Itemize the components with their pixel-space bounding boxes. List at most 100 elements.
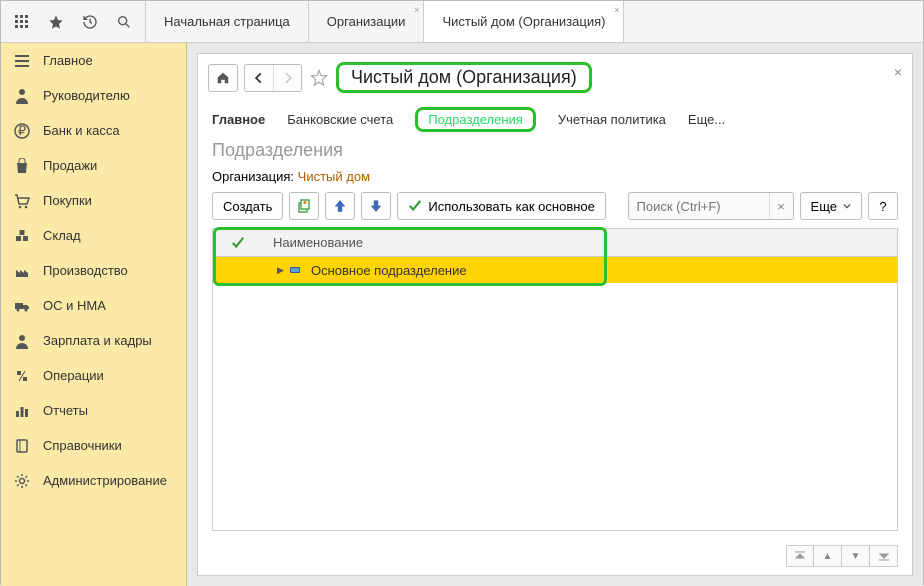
table-footer-nav: ▲ ▼ — [198, 541, 912, 575]
tab-home[interactable]: Начальная страница — [146, 1, 309, 42]
factory-icon — [13, 262, 31, 280]
action-toolbar: Создать Использовать как основное × — [198, 192, 912, 228]
subtab-divisions[interactable]: Подразделения — [415, 107, 536, 132]
column-name[interactable]: Наименование — [263, 235, 897, 250]
expand-icon[interactable]: ▶ — [263, 265, 303, 276]
sidebar-item-admin[interactable]: Администрирование — [1, 463, 186, 498]
panel-header: Чистый дом (Организация) — [198, 54, 912, 101]
tab-organization-detail[interactable]: Чистый дом (Организация) × — [424, 1, 624, 42]
sidebar-item-label: Администрирование — [43, 473, 167, 488]
page-title: Чистый дом (Организация) — [336, 62, 592, 93]
apps-icon[interactable] — [5, 1, 39, 43]
sidebar-item-label: Зарплата и кадры — [43, 333, 152, 348]
divisions-table: Наименование ▶ Основное подразделение — [212, 228, 898, 531]
sidebar-item-label: Руководителю — [43, 88, 130, 103]
gear-icon — [13, 472, 31, 490]
organization-filter: Организация: Чистый дом — [198, 167, 912, 192]
sidebar-item-assets[interactable]: ОС и НМА — [1, 288, 186, 323]
top-toolbar: Начальная страница Организации × Чистый … — [1, 1, 923, 43]
clear-search-icon[interactable]: × — [769, 193, 793, 219]
subtab-bank[interactable]: Банковские счета — [287, 112, 393, 127]
org-label: Организация: — [212, 169, 294, 184]
chart-icon — [13, 402, 31, 420]
sidebar-item-references[interactable]: Справочники — [1, 428, 186, 463]
sidebar-item-warehouse[interactable]: Склад — [1, 218, 186, 253]
person-icon — [13, 332, 31, 350]
person-tie-icon — [13, 87, 31, 105]
sidebar-item-manager[interactable]: Руководителю — [1, 78, 186, 113]
copy-button[interactable] — [289, 192, 319, 220]
scroll-top-icon[interactable] — [786, 545, 814, 567]
ops-icon — [13, 367, 31, 385]
sidebar-item-label: ОС и НМА — [43, 298, 106, 313]
sidebar-item-label: Операции — [43, 368, 104, 383]
sidebar-item-label: Производство — [43, 263, 128, 278]
favorite-icon[interactable] — [308, 67, 330, 89]
sidebar: Главное Руководителю ₽ Банк и касса Прод… — [1, 43, 187, 586]
sidebar-item-label: Покупки — [43, 193, 92, 208]
sidebar-item-label: Продажи — [43, 158, 97, 173]
sidebar-item-label: Склад — [43, 228, 81, 243]
sidebar-item-payroll[interactable]: Зарплата и кадры — [1, 323, 186, 358]
search-input[interactable] — [629, 193, 769, 219]
forward-button[interactable] — [273, 65, 301, 91]
svg-text:₽: ₽ — [18, 123, 26, 138]
org-value[interactable]: Чистый дом — [298, 169, 370, 184]
sidebar-item-production[interactable]: Производство — [1, 253, 186, 288]
sidebar-item-purchases[interactable]: Покупки — [1, 183, 186, 218]
move-up-button[interactable] — [325, 192, 355, 220]
table-header: Наименование — [213, 229, 897, 257]
cart-icon — [13, 192, 31, 210]
boxes-icon — [13, 227, 31, 245]
menu-icon — [13, 52, 31, 70]
home-button[interactable] — [208, 64, 238, 92]
sidebar-item-bank[interactable]: ₽ Банк и касса — [1, 113, 186, 148]
subtab-main[interactable]: Главное — [212, 112, 265, 127]
tab-label: Начальная страница — [164, 14, 290, 29]
column-check[interactable] — [213, 236, 263, 250]
system-icons — [1, 1, 146, 42]
section-title: Подразделения — [198, 138, 912, 167]
create-button[interactable]: Создать — [212, 192, 283, 220]
book-icon — [13, 437, 31, 455]
row-name: Основное подразделение — [303, 263, 897, 278]
bag-icon — [13, 157, 31, 175]
tab-label: Чистый дом (Организация) — [442, 14, 605, 29]
scroll-bottom-icon[interactable] — [870, 545, 898, 567]
sidebar-item-operations[interactable]: Операции — [1, 358, 186, 393]
nav-buttons — [244, 64, 302, 92]
table-body — [213, 283, 897, 530]
tab-organizations[interactable]: Организации × — [309, 1, 425, 42]
sidebar-item-sales[interactable]: Продажи — [1, 148, 186, 183]
history-icon[interactable] — [73, 1, 107, 43]
ruble-icon: ₽ — [13, 122, 31, 140]
back-button[interactable] — [245, 65, 273, 91]
scroll-down-icon[interactable]: ▼ — [842, 545, 870, 567]
sidebar-item-label: Отчеты — [43, 403, 88, 418]
use-as-main-button[interactable]: Использовать как основное — [397, 192, 605, 220]
search-icon[interactable] — [107, 1, 141, 43]
close-icon[interactable]: × — [414, 5, 419, 15]
close-icon[interactable]: × — [614, 5, 619, 15]
tab-label: Организации — [327, 14, 406, 29]
sidebar-item-reports[interactable]: Отчеты — [1, 393, 186, 428]
main-panel: × Чистый дом (Организация) — [197, 53, 913, 576]
panel-close-icon[interactable]: × — [894, 64, 902, 80]
tab-bar: Начальная страница Организации × Чистый … — [146, 1, 624, 42]
help-button[interactable]: ? — [868, 192, 898, 220]
subtab-more[interactable]: Еще... — [688, 112, 725, 127]
sidebar-item-main[interactable]: Главное — [1, 43, 186, 78]
more-button[interactable]: Еще — [800, 192, 862, 220]
table-row[interactable]: ▶ Основное подразделение — [213, 257, 897, 283]
move-down-button[interactable] — [361, 192, 391, 220]
search-field[interactable]: × — [628, 192, 794, 220]
star-icon[interactable] — [39, 1, 73, 43]
sidebar-item-label: Банк и касса — [43, 123, 120, 138]
truck-icon — [13, 297, 31, 315]
scroll-up-icon[interactable]: ▲ — [814, 545, 842, 567]
sub-navigation: Главное Банковские счета Подразделения У… — [198, 101, 912, 138]
content-area: × Чистый дом (Организация) — [187, 43, 923, 586]
subtab-policy[interactable]: Учетная политика — [558, 112, 666, 127]
sidebar-item-label: Справочники — [43, 438, 122, 453]
sidebar-item-label: Главное — [43, 53, 93, 68]
